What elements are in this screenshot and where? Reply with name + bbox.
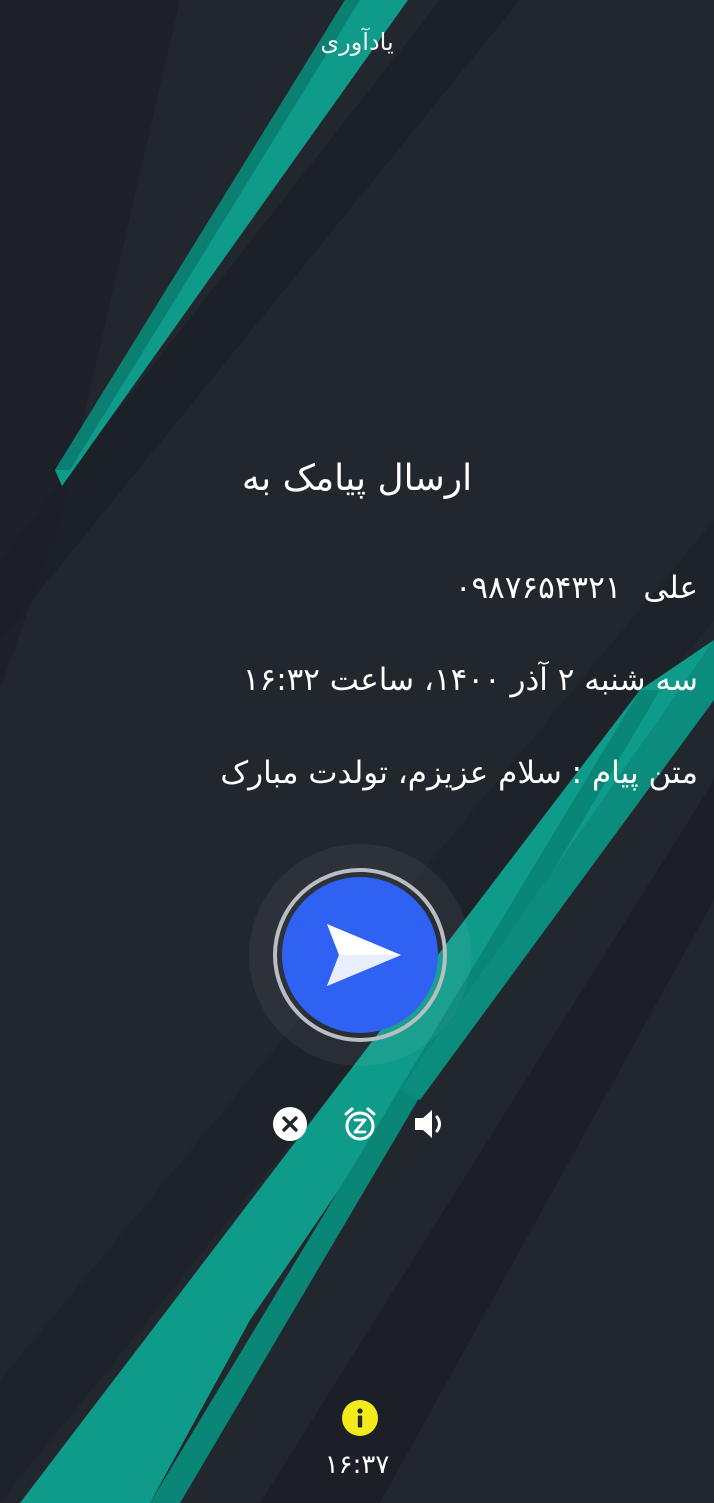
send-button[interactable] [282, 877, 438, 1033]
contact-name: علی [643, 570, 698, 606]
info-icon [357, 1408, 363, 1428]
wallpaper-background [0, 0, 714, 1503]
send-icon [327, 924, 401, 986]
reminder-message: متن پیام : سلام عزیزم، تولدت مبارک [220, 755, 698, 791]
close-icon [273, 1107, 307, 1141]
current-time: ۱۶:۳۷ [324, 1450, 390, 1480]
info-button[interactable] [342, 1400, 378, 1436]
dismiss-button[interactable] [270, 1104, 310, 1144]
snooze-button[interactable] [340, 1104, 380, 1144]
page-title: یادآوری [320, 28, 394, 56]
reminder-heading: ارسال پیامک به [241, 458, 473, 499]
volume-button[interactable] [410, 1104, 450, 1144]
snooze-alarm-icon [344, 1107, 376, 1141]
reminder-datetime: سه شنبه ۲ آذر ۱۴۰۰، ساعت ۱۶:۳۲ [242, 662, 698, 698]
contact-number: ۰۹۸۷۶۵۴۳۲۱ [454, 570, 622, 606]
contact-line: علی ۰۹۸۷۶۵۴۳۲۱ [0, 570, 698, 606]
volume-icon [415, 1110, 441, 1138]
